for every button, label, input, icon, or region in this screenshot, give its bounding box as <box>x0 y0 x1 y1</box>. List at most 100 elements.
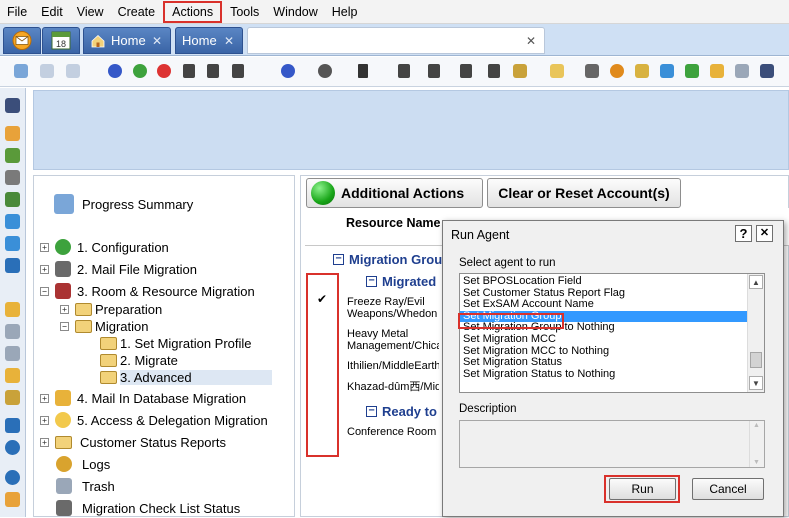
mail-icon[interactable] <box>5 126 20 141</box>
search-icon[interactable] <box>5 98 20 113</box>
menu-view[interactable]: View <box>70 1 111 23</box>
copy-icon[interactable] <box>735 64 749 78</box>
agent-icon[interactable] <box>460 64 472 78</box>
expand-icon[interactable]: + <box>40 437 49 447</box>
agent-icon[interactable] <box>488 64 500 78</box>
list-item[interactable]: Set Migration Status <box>460 357 764 369</box>
menu-actions[interactable]: Actions <box>163 0 223 23</box>
agent-icon[interactable] <box>318 64 332 78</box>
close-icon[interactable]: ✕ <box>224 34 234 48</box>
nav-mail-file-migration[interactable]: + 2. Mail File Migration <box>40 259 197 279</box>
menu-window[interactable]: Window <box>266 1 324 23</box>
additional-actions-button[interactable]: Additional Actions <box>306 178 483 208</box>
contacts-icon[interactable] <box>5 170 20 185</box>
calendar-icon[interactable] <box>5 148 20 163</box>
table-row[interactable]: Khazad-dûm西/Mid <box>347 381 439 393</box>
menu-edit[interactable]: Edit <box>34 1 70 23</box>
list-item[interactable]: Set Migration Status to Nothing <box>460 368 764 381</box>
agent-icon[interactable] <box>207 64 219 78</box>
scroll-thumb[interactable] <box>750 352 762 368</box>
group-migration[interactable]: − Migration Grou <box>333 252 442 267</box>
edit-icon[interactable] <box>40 64 54 78</box>
column-resource-name[interactable]: Resource Name <box>346 216 441 230</box>
collapse-icon[interactable]: − <box>333 254 344 265</box>
nav-trash[interactable]: Trash <box>56 476 115 496</box>
scroll-up-icon[interactable]: ▲ <box>749 275 763 289</box>
table-row[interactable]: Conference Room T <box>347 426 439 438</box>
collapse-icon[interactable]: − <box>366 406 377 417</box>
folder-icon[interactable] <box>5 302 20 317</box>
menu-create[interactable]: Create <box>111 1 163 23</box>
close-icon[interactable]: ✕ <box>152 34 162 48</box>
nav-advanced[interactable]: 3. Advanced <box>100 367 292 387</box>
menu-tools[interactable]: Tools <box>223 1 266 23</box>
home-icon[interactable] <box>5 492 20 507</box>
print-icon[interactable] <box>585 64 599 78</box>
agent-icon[interactable] <box>232 64 244 78</box>
tab-home-1[interactable]: Home ✕ <box>83 27 171 54</box>
add-icon[interactable] <box>685 64 699 78</box>
network-icon[interactable] <box>5 258 20 273</box>
tool-icon[interactable] <box>5 390 20 405</box>
description-scrollbar[interactable]: ▲ ▼ <box>749 421 764 467</box>
expand-icon[interactable]: + <box>40 242 49 252</box>
globe-icon[interactable] <box>5 440 20 455</box>
expand-icon[interactable]: + <box>40 264 49 274</box>
tab-current[interactable]: ✕ <box>247 27 545 54</box>
clear-reset-button[interactable]: Clear or Reset Account(s) <box>487 178 681 208</box>
stop-icon[interactable] <box>610 64 624 78</box>
list-item[interactable]: Set BPOSLocation Field <box>460 275 764 288</box>
todo-icon[interactable] <box>5 192 20 207</box>
nav-customer-status-reports[interactable]: + Customer Status Reports <box>40 432 226 452</box>
mail-app-tab[interactable] <box>3 27 41 54</box>
agent-icon[interactable] <box>398 64 410 78</box>
list-item[interactable]: Set Migration MCC <box>460 333 764 346</box>
tool-icon[interactable] <box>660 64 674 78</box>
expand-icon[interactable]: + <box>60 304 69 314</box>
group-migrated[interactable]: − Migrated <box>366 274 436 289</box>
user-icon[interactable] <box>5 236 20 251</box>
nav-access-delegation-migration[interactable]: + 5. Access & Delegation Migration <box>40 410 268 430</box>
nav-configuration[interactable]: + 1. Configuration <box>40 237 169 257</box>
close-icon[interactable]: ✕ <box>526 34 536 48</box>
nav-progress-summary[interactable]: Progress Summary <box>54 194 193 214</box>
info-icon[interactable] <box>5 470 20 485</box>
agent-icon[interactable] <box>428 64 440 78</box>
mail-icon[interactable] <box>5 418 20 433</box>
collapse-icon[interactable]: − <box>60 321 69 331</box>
tool-icon[interactable] <box>635 64 649 78</box>
collapse-icon[interactable]: − <box>366 276 377 287</box>
scroll-up-icon[interactable]: ▲ <box>753 422 760 429</box>
agent-icon[interactable] <box>281 64 295 78</box>
agent-icon[interactable] <box>157 64 171 78</box>
menu-help[interactable]: Help <box>325 1 365 23</box>
collapse-icon[interactable]: − <box>40 286 49 296</box>
nav-migration-checklist-status[interactable]: Migration Check List Status <box>56 498 240 518</box>
nav-mail-in-db-migration[interactable]: + 4. Mail In Database Migration <box>40 388 246 408</box>
table-row[interactable]: Freeze Ray/Evil Weapons/Whedon <box>347 296 439 320</box>
forward-icon[interactable] <box>66 64 80 78</box>
new-icon[interactable] <box>550 64 564 78</box>
table-row[interactable]: Ithilien/MiddleEarth <box>347 360 439 372</box>
agent-icon[interactable] <box>358 64 368 78</box>
tool-icon[interactable] <box>710 64 724 78</box>
expand-icon[interactable]: + <box>40 415 49 425</box>
folder-icon[interactable] <box>5 346 20 361</box>
view-icon[interactable] <box>14 64 28 78</box>
agent-icon[interactable] <box>513 64 527 78</box>
table-row[interactable]: Heavy Metal Management/Chica <box>347 328 439 352</box>
search-icon[interactable] <box>760 64 774 78</box>
cancel-button[interactable]: Cancel <box>692 478 764 500</box>
view-icon[interactable] <box>5 324 20 339</box>
scroll-down-icon[interactable]: ▼ <box>753 459 760 466</box>
folder-icon[interactable] <box>5 368 20 383</box>
list-scrollbar[interactable]: ▲ ▼ <box>747 274 764 392</box>
group-ready[interactable]: − Ready to <box>366 404 437 419</box>
tab-home-2[interactable]: Home ✕ <box>175 27 243 54</box>
scroll-down-icon[interactable]: ▼ <box>749 376 763 390</box>
close-button[interactable]: ✕ <box>756 225 773 242</box>
help-button[interactable]: ? <box>735 225 752 242</box>
agent-icon[interactable] <box>133 64 147 78</box>
expand-icon[interactable]: + <box>40 393 49 403</box>
agent-icon[interactable] <box>108 64 122 78</box>
